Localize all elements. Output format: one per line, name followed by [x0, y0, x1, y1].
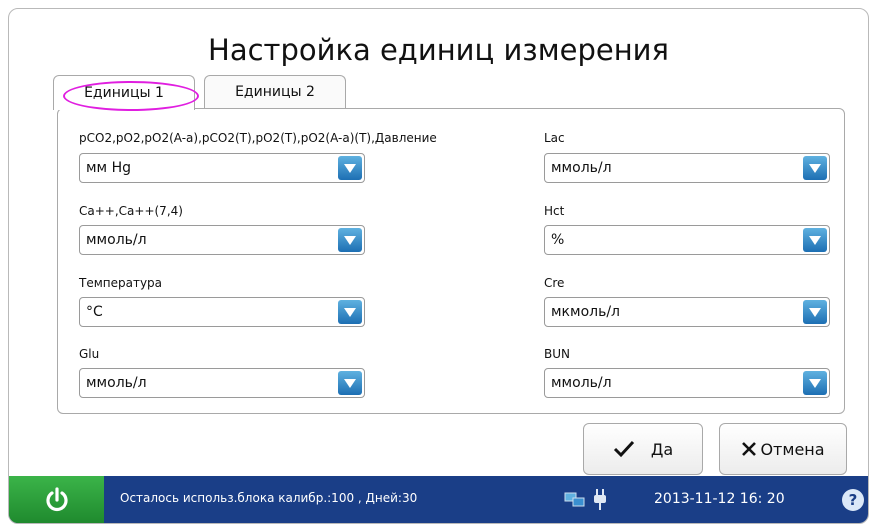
field-label-hct: Hct [544, 204, 565, 218]
select-value: мкмоль/л [551, 304, 621, 320]
select-lac-unit[interactable]: ммоль/л [544, 153, 830, 183]
select-glu-unit[interactable]: ммоль/л [79, 368, 365, 398]
select-cre-unit[interactable]: мкмоль/л [544, 297, 830, 327]
dropdown-arrow-icon [338, 228, 362, 252]
tab-units-2[interactable]: Единицы 2 [204, 75, 346, 108]
cancel-button-label: Отмена [760, 439, 825, 459]
cancel-button[interactable]: Отмена [719, 423, 847, 475]
plug-icon [594, 489, 606, 510]
status-bar: Осталось использ.блока калибр.:100 , Дне… [9, 476, 868, 523]
select-value: мм Hg [86, 160, 131, 176]
help-icon[interactable]: ? [842, 489, 864, 511]
select-value: ммоль/л [551, 160, 612, 176]
field-label-calcium: Ca++,Ca++(7,4) [79, 204, 183, 218]
units-panel: pCO2,pO2,pO2(A-a),pCO2(T),pO2(T),pO2(A-a… [57, 108, 845, 414]
select-bun-unit[interactable]: ммоль/л [544, 368, 830, 398]
select-calcium-unit[interactable]: ммоль/л [79, 225, 365, 255]
ok-button-label: Да [650, 439, 674, 459]
tab-units-1-label: Единицы 1 [84, 85, 164, 101]
field-label-glu: Glu [79, 347, 100, 361]
dropdown-arrow-icon [338, 156, 362, 180]
tab-units-2-label: Единицы 2 [235, 84, 315, 100]
page-title: Настройка единиц измерения [208, 33, 669, 67]
field-label-bun: BUN [544, 347, 570, 361]
dropdown-arrow-icon [803, 228, 827, 252]
select-gas-pressure-unit[interactable]: мм Hg [79, 153, 365, 183]
unit-settings-window: Настройка единиц измерения Единицы 1 Еди… [8, 8, 869, 524]
power-icon [45, 486, 68, 511]
close-x-icon [742, 442, 757, 456]
select-value: °C [86, 304, 103, 320]
dropdown-arrow-icon [338, 300, 362, 324]
dropdown-arrow-icon [803, 371, 827, 395]
select-value: ммоль/л [86, 375, 147, 391]
calibration-status-text: Осталось использ.блока калибр.:100 , Дне… [120, 491, 418, 505]
dropdown-arrow-icon [338, 371, 362, 395]
power-button[interactable] [9, 476, 104, 523]
tab-units-1[interactable]: Единицы 1 [53, 75, 195, 110]
select-value: ммоль/л [86, 232, 147, 248]
ok-button[interactable]: Да [583, 423, 703, 475]
select-value: % [551, 232, 565, 248]
date-time: 2013-11-12 16: 20 [654, 491, 785, 507]
check-icon [613, 440, 634, 458]
field-label-cre: Cre [544, 276, 565, 290]
dropdown-arrow-icon [803, 300, 827, 324]
network-icon [564, 492, 585, 507]
field-label-temperature: Температура [79, 276, 163, 290]
select-temperature-unit[interactable]: °C [79, 297, 365, 327]
select-hct-unit[interactable]: % [544, 225, 830, 255]
field-label-gas-pressure: pCO2,pO2,pO2(A-a),pCO2(T),pO2(T),pO2(A-a… [79, 131, 437, 145]
dropdown-arrow-icon [803, 156, 827, 180]
select-value: ммоль/л [551, 375, 612, 391]
field-label-lac: Lac [544, 131, 565, 145]
